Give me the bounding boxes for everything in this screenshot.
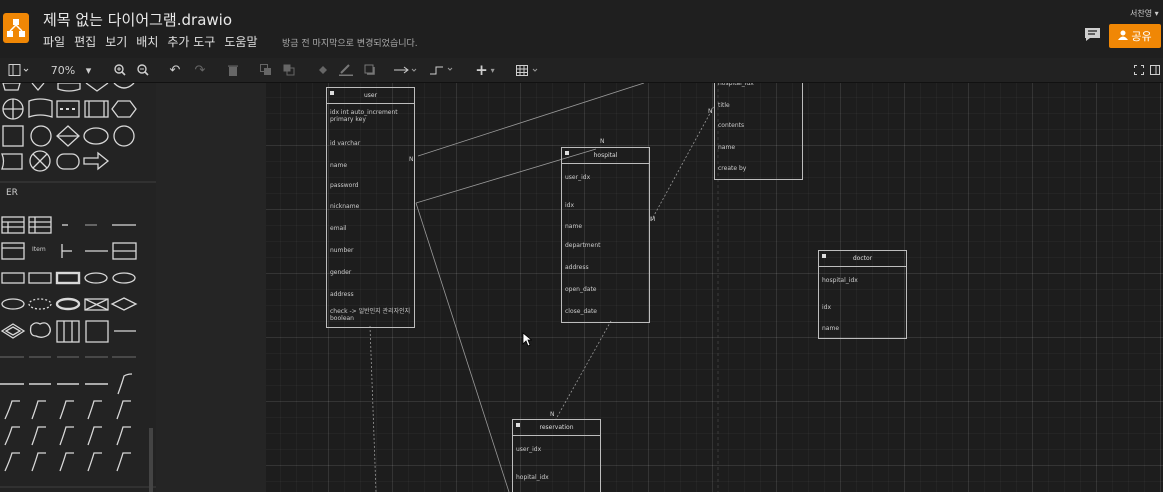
table-title: reservation: [539, 424, 574, 431]
fullscreen-icon[interactable]: [1132, 60, 1146, 80]
doctor-table-header[interactable]: doctor: [819, 251, 906, 267]
shadow-icon[interactable]: [361, 60, 379, 80]
table-field[interactable]: contents: [718, 122, 744, 129]
table-field[interactable]: nickname: [330, 203, 359, 210]
table-title: doctor: [852, 255, 873, 262]
cardinality-label: M: [650, 216, 656, 223]
zoom-value: 70%: [50, 63, 76, 77]
table-icon[interactable]: [514, 60, 542, 80]
table-title: hospital: [593, 152, 618, 159]
zoom-select[interactable]: 70% ▾: [46, 60, 96, 80]
table-field[interactable]: name: [718, 144, 735, 151]
shape-palette[interactable]: [0, 83, 156, 492]
to-back-icon[interactable]: [280, 60, 298, 80]
er-item-label: Item: [32, 246, 46, 253]
table-field[interactable]: address: [565, 264, 589, 271]
table-field[interactable]: number: [330, 247, 353, 254]
menu-bar: 파일 편집 보기 배치 추가 도구 도움말: [43, 33, 257, 50]
table-field[interactable]: password: [330, 182, 359, 189]
format-panel-icon[interactable]: [1148, 60, 1162, 80]
table-field[interactable]: idx int auto_increment primary key: [330, 109, 410, 123]
table-title: user: [363, 92, 378, 99]
cardinality-label: N: [600, 138, 605, 145]
table-field[interactable]: title: [718, 102, 730, 109]
connection-style-icon[interactable]: [392, 60, 420, 80]
share-button[interactable]: 공유: [1109, 24, 1161, 48]
canvas-margin: [156, 83, 266, 492]
table-field[interactable]: hopital_idx: [516, 474, 549, 481]
comment-icon[interactable]: [1084, 27, 1101, 42]
table-field[interactable]: address: [330, 291, 354, 298]
to-front-icon[interactable]: [257, 60, 275, 80]
cardinality-label: N: [708, 108, 713, 115]
table-field[interactable]: name: [565, 223, 582, 230]
cardinality-label: N: [550, 411, 555, 418]
sidebar-section-er[interactable]: ER: [6, 188, 18, 198]
menu-edit[interactable]: 편집: [74, 33, 96, 50]
fill-color-icon[interactable]: [314, 60, 332, 80]
table-field[interactable]: id varchar: [330, 140, 360, 147]
relation-line[interactable]: [650, 105, 715, 222]
drawio-logo: [3, 13, 29, 43]
cardinality-label: N: [409, 156, 414, 163]
toolbar: 70% ▾ ↶ ↷ + ▾: [0, 58, 1163, 83]
table-field[interactable]: user_idx: [516, 446, 541, 453]
table-field[interactable]: name: [330, 162, 347, 169]
relation-line[interactable]: [555, 320, 612, 420]
table-field[interactable]: check -> 일반인지 관리자인지 boolean: [330, 308, 412, 322]
user-table[interactable]: user idx int auto_increment primary key …: [326, 87, 415, 328]
reservation-table[interactable]: reservation user_idx hopital_idx: [512, 419, 601, 492]
hospital-table[interactable]: hospital user_idx idx name department ad…: [561, 147, 650, 323]
share-label: 공유: [1131, 30, 1152, 43]
menu-arrange[interactable]: 배치: [136, 33, 158, 50]
view-panel-icon[interactable]: [5, 60, 33, 80]
menu-view[interactable]: 보기: [105, 33, 127, 50]
diagram-canvas[interactable]: user idx int auto_increment primary key …: [266, 83, 1163, 492]
table-field[interactable]: user_idx: [565, 174, 590, 181]
table-field[interactable]: gender: [330, 269, 351, 276]
waypoints-icon[interactable]: [428, 60, 456, 80]
user-name[interactable]: 서찬영 ▾: [1130, 8, 1159, 19]
insert-plus-icon[interactable]: + ▾: [471, 60, 499, 80]
zoom-out-icon[interactable]: [134, 60, 152, 80]
delete-icon[interactable]: [224, 60, 242, 80]
table-field[interactable]: name: [822, 325, 839, 332]
sidebar-scrollbar[interactable]: [149, 428, 153, 492]
menu-file[interactable]: 파일: [43, 33, 65, 50]
doctor-table[interactable]: doctor hospital_idx idx name: [818, 250, 907, 339]
undo-icon[interactable]: ↶: [166, 60, 184, 80]
reservation-table-header[interactable]: reservation: [513, 420, 600, 436]
hospital-table-header[interactable]: hospital: [562, 148, 649, 164]
relation-line[interactable]: [369, 325, 377, 492]
post-table[interactable]: hospital_idx title contents name create …: [714, 83, 803, 180]
zoom-in-icon[interactable]: [111, 60, 129, 80]
document-title[interactable]: 제목 없는 다이어그램.drawio: [43, 9, 232, 30]
relation-line[interactable]: [415, 202, 510, 492]
user-table-header[interactable]: user: [327, 88, 414, 104]
table-field[interactable]: department: [565, 242, 601, 249]
table-field[interactable]: hospital_idx: [718, 83, 754, 87]
menu-help[interactable]: 도움말: [224, 33, 257, 50]
user-icon: [1118, 30, 1129, 43]
shape-library-sidebar: ER Item: [0, 83, 156, 492]
table-field[interactable]: idx: [565, 202, 574, 209]
line-color-icon[interactable]: [337, 60, 355, 80]
redo-icon[interactable]: ↷: [191, 60, 209, 80]
table-field[interactable]: email: [330, 225, 347, 232]
relation-line[interactable]: [417, 83, 645, 157]
mouse-pointer-icon: [522, 332, 533, 351]
table-field[interactable]: open_date: [565, 286, 597, 293]
table-field[interactable]: idx: [822, 304, 831, 311]
table-field[interactable]: hospital_idx: [822, 277, 858, 284]
title-bar: 제목 없는 다이어그램.drawio 파일 편집 보기 배치 추가 도구 도움말…: [0, 0, 1163, 58]
save-status[interactable]: 방금 전 마지막으로 변경되었습니다.: [282, 36, 418, 49]
table-field[interactable]: close_date: [565, 308, 597, 315]
menu-extras[interactable]: 추가 도구: [167, 33, 215, 50]
table-field[interactable]: create by: [718, 165, 746, 172]
